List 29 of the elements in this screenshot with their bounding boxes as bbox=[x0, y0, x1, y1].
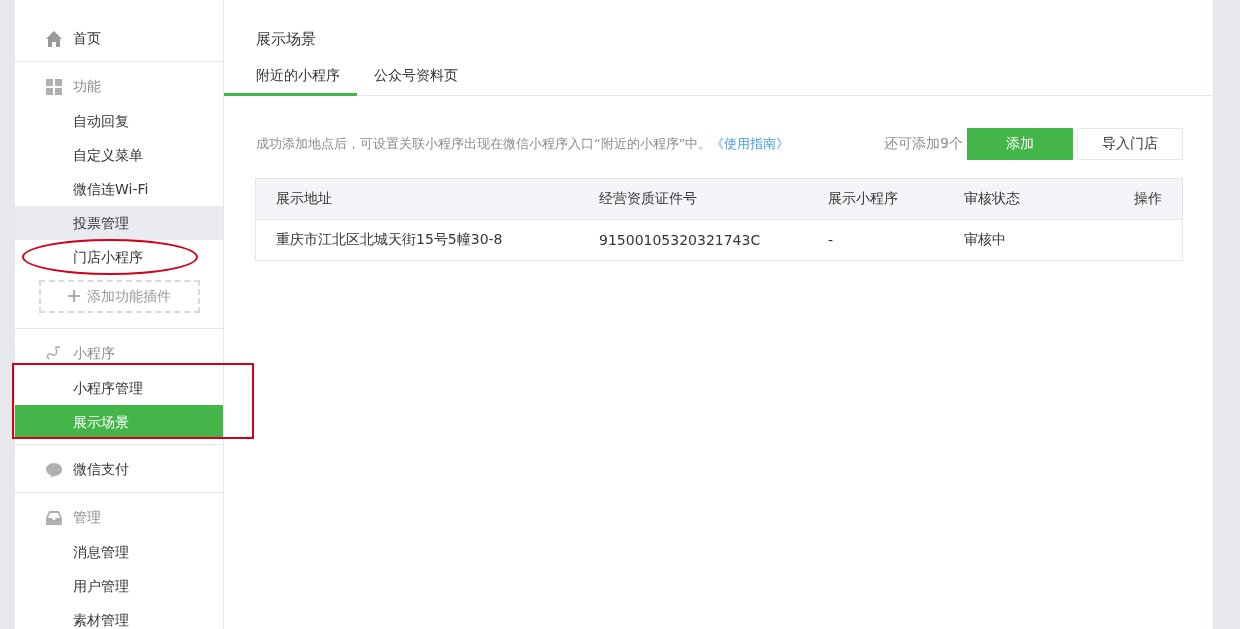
nav-item[interactable]: 用户管理 bbox=[15, 569, 223, 603]
section-title: 管理 bbox=[73, 509, 101, 527]
tab[interactable]: 公众号资料页 bbox=[357, 59, 475, 96]
import-button[interactable]: 导入门店 bbox=[1077, 128, 1183, 160]
table-cell-text: 重庆市江北区北城天街15号5幢30-8 bbox=[275, 231, 504, 249]
nav-item[interactable]: 门店小程序 bbox=[15, 240, 223, 274]
column-header: 审核状态 bbox=[963, 190, 1021, 208]
column-header: 展示小程序 bbox=[827, 190, 899, 208]
nav-item[interactable]: 微信支付 bbox=[15, 453, 223, 487]
tab[interactable]: 附近的小程序 bbox=[224, 59, 357, 96]
remaining-count: 还可添加9个 bbox=[884, 135, 963, 153]
nav-item[interactable]: 首页 bbox=[15, 22, 223, 56]
column-header: 展示地址 bbox=[275, 190, 333, 208]
section-title: 小程序 bbox=[73, 345, 115, 363]
nav-item[interactable]: 消息管理 bbox=[15, 535, 223, 569]
nav-item[interactable]: 自动回复 bbox=[15, 104, 223, 138]
nav-item[interactable]: 小程序管理 bbox=[15, 371, 223, 405]
column-header: 操作 bbox=[1133, 190, 1163, 208]
nav-item[interactable]: 投票管理 bbox=[15, 206, 223, 240]
table-cell-text: 91500105320321743C bbox=[598, 232, 762, 248]
table-cell-text: 审核中 bbox=[963, 231, 1007, 249]
nav-item[interactable]: 素材管理 bbox=[15, 603, 223, 629]
notice-text: 成功添加地点后，可设置关联小程序出现在微信小程序入口“附近的小程序”中。《使用指南》 bbox=[256, 135, 791, 153]
section-title: 功能 bbox=[73, 78, 101, 96]
page-title: 展示场景 bbox=[255, 29, 317, 50]
nav-item[interactable]: 自定义菜单 bbox=[15, 138, 223, 172]
column-header: 经营资质证件号 bbox=[598, 190, 698, 208]
nav-item[interactable]: 微信连Wi-Fi bbox=[15, 172, 223, 206]
table-cell-text: - bbox=[827, 232, 835, 248]
